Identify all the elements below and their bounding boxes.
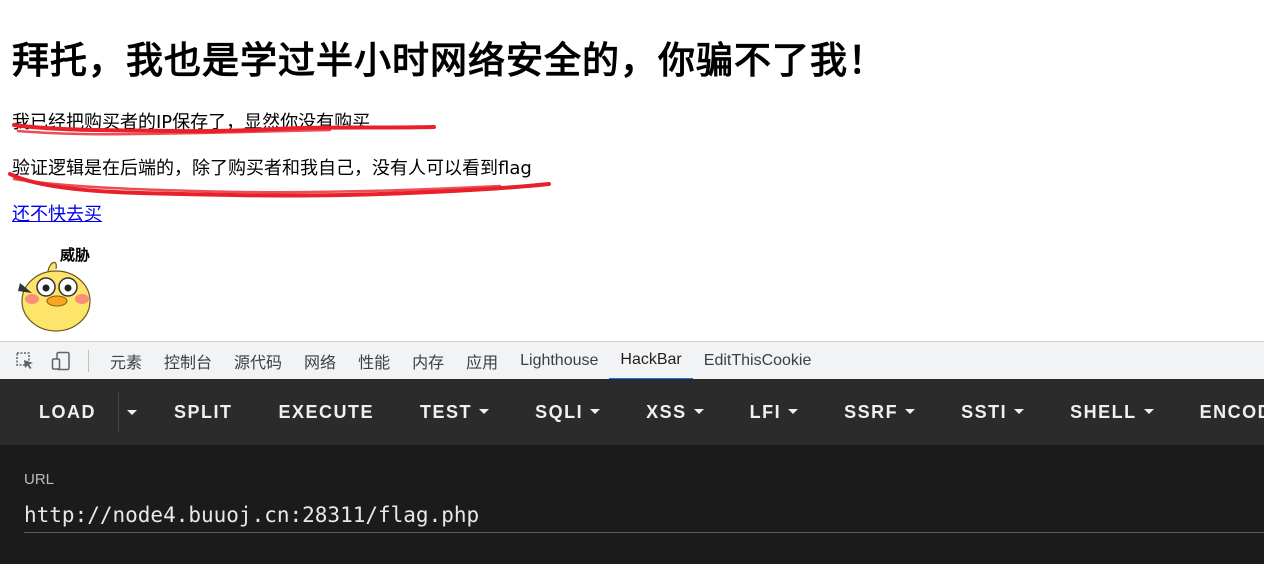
encoding-button-label: ENCODING (1199, 401, 1264, 422)
tab-network[interactable]: 网络 (293, 342, 347, 380)
hackbar-url-panel: URL (0, 445, 1264, 564)
tab-lighthouse[interactable]: Lighthouse (509, 342, 609, 380)
chevron-down-icon (693, 408, 704, 414)
tab-sources[interactable]: 源代码 (223, 342, 293, 380)
chevron-down-icon (1143, 408, 1154, 414)
tab-application[interactable]: 应用 (455, 342, 509, 380)
url-input[interactable] (24, 497, 1264, 533)
backend-validation-text: 验证逻辑是在后端的，除了购买者和我自己，没有人可以看到flag (12, 158, 532, 179)
chevron-down-icon (788, 408, 799, 414)
execute-button[interactable]: EXECUTE (256, 379, 398, 445)
page-heading: 拜托，我也是学过半小时网络安全的，你骗不了我！ (12, 39, 886, 82)
ip-saved-text: 我已经把购买者的IP保存了，显然你没有购买 (12, 112, 371, 133)
load-button-label: LOAD (39, 401, 96, 422)
test-menu-button[interactable]: TEST (397, 379, 512, 445)
device-toolbar-icon[interactable] (48, 348, 74, 374)
tab-console[interactable]: 控制台 (153, 342, 223, 380)
devtools-tab-strip: 元素 控制台 源代码 网络 性能 内存 应用 Lighthouse HackBa… (0, 341, 1264, 380)
tab-memory[interactable]: 内存 (401, 342, 455, 380)
load-button[interactable]: LOAD (0, 379, 118, 445)
chevron-down-icon (905, 408, 916, 414)
test-button-label: TEST (420, 401, 473, 422)
split-button-label: SPLIT (174, 401, 233, 422)
ssti-button-label: SSTI (961, 401, 1008, 422)
chevron-down-icon (127, 409, 137, 415)
chevron-down-icon (590, 408, 601, 414)
hackbar-toolbar: LOAD SPLIT EXECUTE TEST SQLI XSS LFI SSR… (0, 379, 1264, 445)
shell-button-label: SHELL (1070, 401, 1137, 422)
toolbar-divider (88, 349, 89, 372)
encoding-menu-button[interactable]: ENCODING (1177, 379, 1264, 445)
ssrf-menu-button[interactable]: SSRF (821, 379, 938, 445)
tab-performance[interactable]: 性能 (347, 342, 401, 380)
lfi-button-label: LFI (749, 401, 782, 422)
lfi-menu-button[interactable]: LFI (727, 379, 822, 445)
shell-menu-button[interactable]: SHELL (1047, 379, 1177, 445)
buy-link[interactable]: 还不快去买 (12, 200, 102, 226)
tab-elements[interactable]: 元素 (99, 342, 153, 380)
web-page: 拜托，我也是学过半小时网络安全的，你骗不了我！ 我已经把购买者的IP保存了，显然… (0, 0, 1264, 341)
tab-editthiscookie[interactable]: EditThisCookie (693, 342, 823, 380)
load-dropdown-button[interactable] (118, 392, 151, 432)
tab-hackbar[interactable]: HackBar (609, 342, 693, 380)
chevron-down-icon (1014, 408, 1025, 414)
ssti-menu-button[interactable]: SSTI (938, 379, 1047, 445)
execute-button-label: EXECUTE (278, 401, 375, 422)
sticker-caption: 威胁 (60, 246, 91, 264)
sqli-menu-button[interactable]: SQLI (512, 379, 623, 445)
xss-menu-button[interactable]: XSS (623, 379, 727, 445)
split-button[interactable]: SPLIT (151, 379, 256, 445)
xss-button-label: XSS (646, 401, 687, 422)
inspect-element-icon[interactable] (12, 348, 38, 374)
sqli-button-label: SQLI (535, 401, 584, 422)
chevron-down-icon (479, 408, 490, 414)
url-label: URL (24, 471, 55, 488)
ssrf-button-label: SSRF (844, 401, 899, 422)
